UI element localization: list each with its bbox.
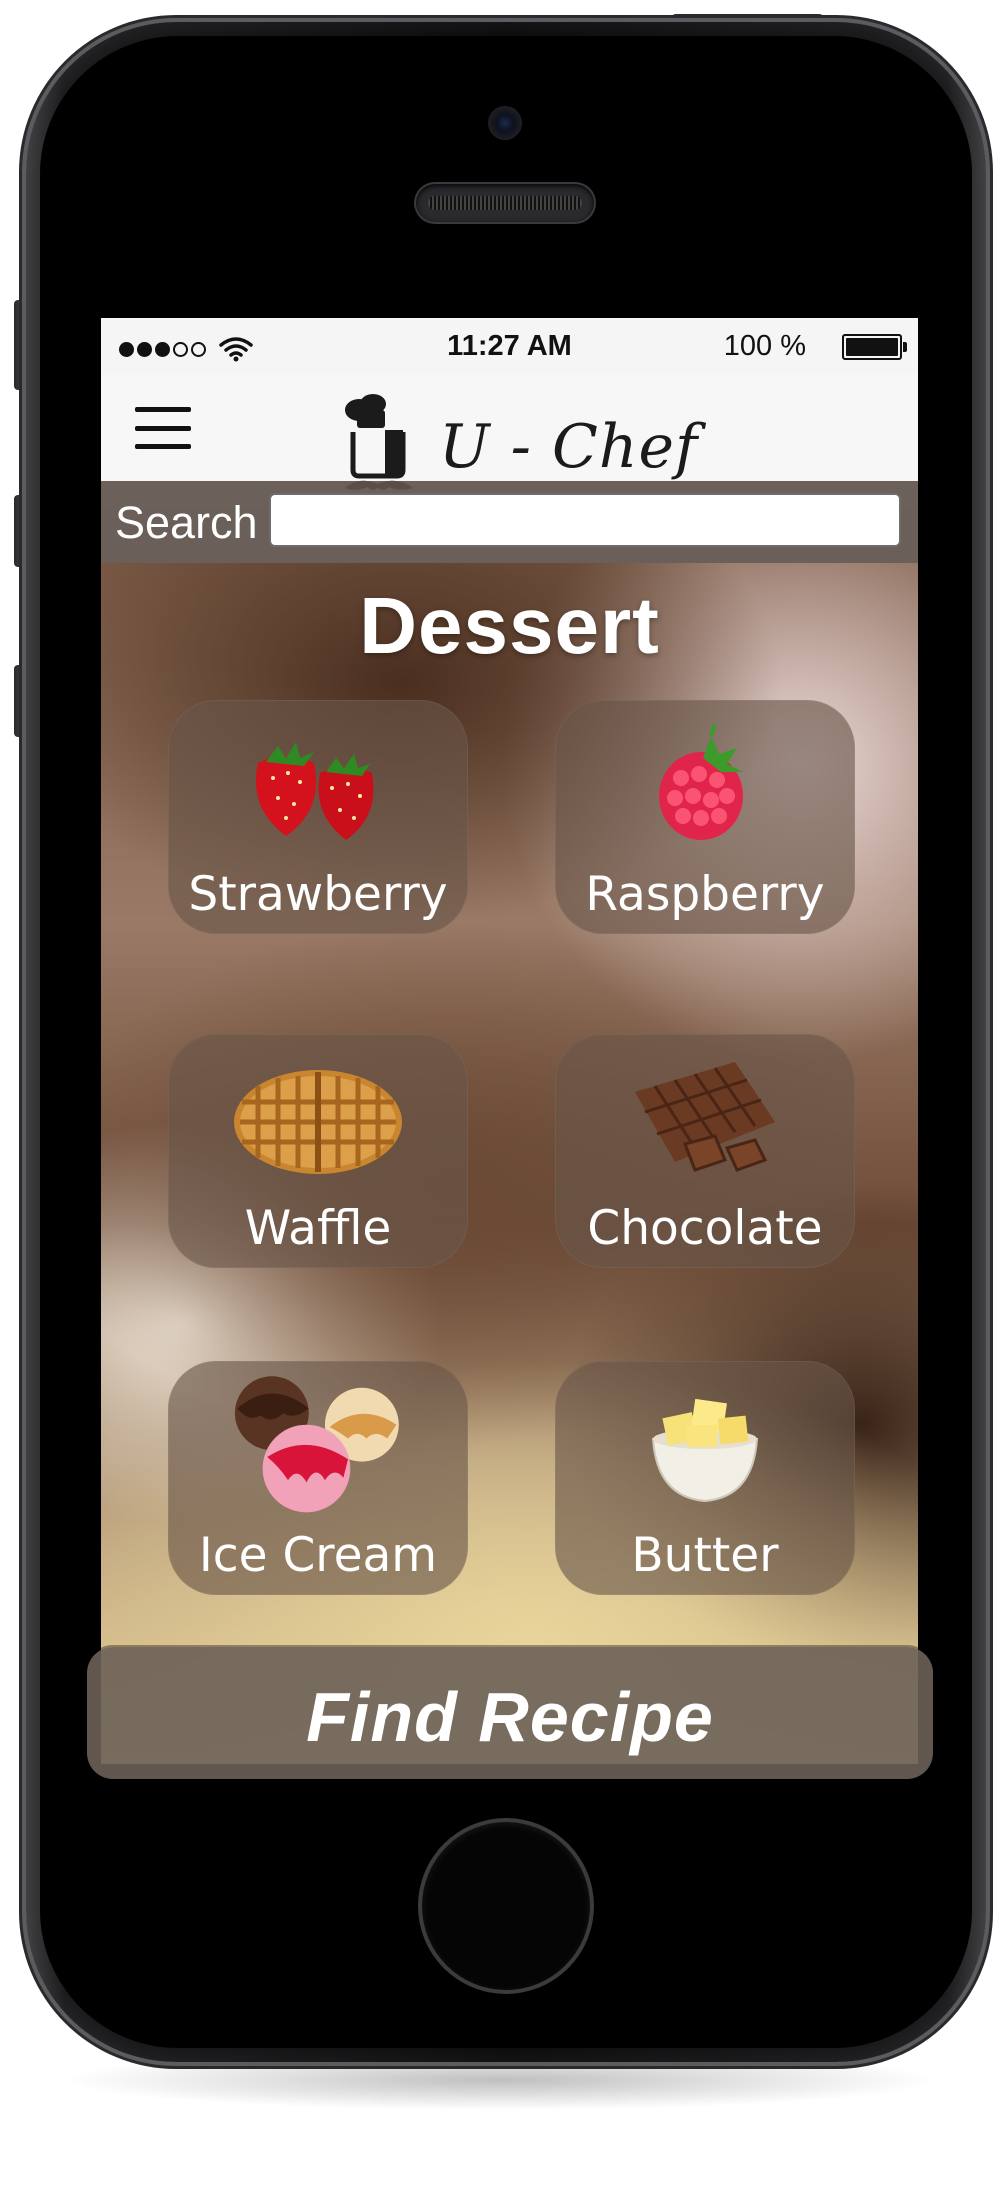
category-tile-strawberry[interactable]: Strawberry (168, 700, 468, 934)
status-bar: 11:27 AM 100 % (101, 318, 918, 374)
battery-icon (842, 334, 907, 360)
earpiece-speaker (416, 184, 594, 222)
app-screen: 11:27 AM 100 % U - Chef Search Dessert S… (101, 318, 918, 1764)
category-label: Strawberry (188, 867, 448, 922)
search-bar: Search (101, 481, 918, 563)
category-label: Ice Cream (198, 1528, 438, 1583)
find-recipe-button[interactable]: Find Recipe (87, 1647, 933, 1779)
ice-cream-icon (234, 1376, 399, 1513)
category-tile-chocolate[interactable]: Chocolate (555, 1034, 855, 1268)
battery-percent: 100 % (723, 330, 806, 362)
home-button[interactable] (422, 1822, 590, 1990)
front-camera (488, 106, 522, 140)
category-label: Butter (631, 1528, 779, 1583)
find-recipe-label: Find Recipe (306, 1678, 714, 1756)
raspberry-icon (659, 723, 743, 840)
app-name: U - Chef (439, 412, 699, 482)
hamburger-menu-icon[interactable] (135, 407, 191, 449)
search-label: Search (115, 497, 258, 548)
category-label: Waffle (244, 1201, 392, 1256)
category-label: Chocolate (587, 1201, 823, 1256)
category-tile-waffle[interactable]: Waffle (168, 1034, 468, 1268)
category-label: Raspberry (585, 867, 825, 922)
category-tile-butter[interactable]: Butter (555, 1361, 855, 1595)
category-tile-ice-cream[interactable]: Ice Cream (168, 1361, 468, 1595)
page-title: Dessert (359, 581, 660, 670)
butter-icon (651, 1398, 759, 1503)
waffle-icon (234, 1070, 402, 1174)
category-tile-raspberry[interactable]: Raspberry (555, 700, 855, 934)
chocolate-icon (635, 1062, 775, 1172)
strawberry-icon (255, 742, 374, 840)
search-input[interactable] (269, 493, 901, 547)
